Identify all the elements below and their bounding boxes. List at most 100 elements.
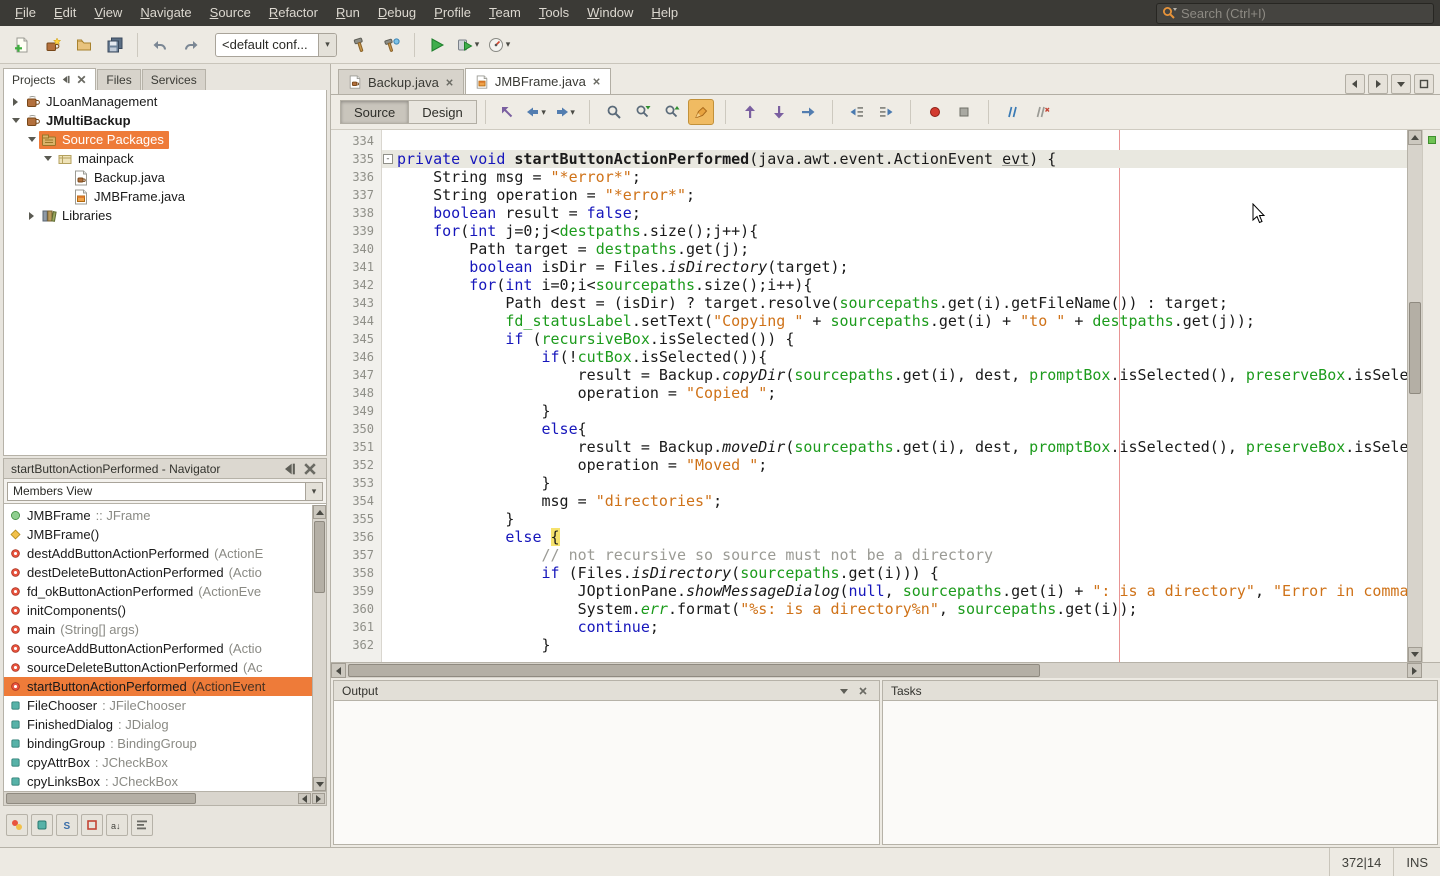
code-line-357[interactable]: 357 // not recursive so source must not … <box>331 546 1407 564</box>
scroll-left-icon[interactable] <box>331 663 346 678</box>
code-line-339[interactable]: 339 for(int j=0;j<destpaths.size();j++){ <box>331 222 1407 240</box>
navigator-vertical-scrollbar[interactable] <box>312 505 326 791</box>
next-error-button[interactable] <box>795 99 821 125</box>
tree-item-source-packages[interactable]: Source Packages <box>4 130 326 149</box>
menu-run[interactable]: Run <box>327 0 369 26</box>
editor-vertical-scrollbar[interactable] <box>1407 130 1422 662</box>
new-project-button[interactable] <box>39 31 67 59</box>
toggle-highlight-button[interactable] <box>688 99 714 125</box>
show-inherited-button[interactable] <box>6 814 28 836</box>
close-icon[interactable] <box>592 77 601 86</box>
config-combobox[interactable]: <default conf... ▾ <box>215 33 337 57</box>
pin-button[interactable] <box>280 461 298 477</box>
tab-list-button[interactable] <box>1391 74 1411 94</box>
expander-right-icon[interactable] <box>8 98 23 106</box>
code-line-342[interactable]: 342 for(int i=0;i<sourcepaths.size();i++… <box>331 276 1407 294</box>
menu-view[interactable]: View <box>85 0 131 26</box>
design-view-button[interactable]: Design <box>409 100 476 124</box>
member-cpylinksbox[interactable]: cpyLinksBox : JCheckBox <box>4 772 326 791</box>
members-view-dropdown-icon[interactable]: ▾ <box>305 483 322 500</box>
member-jmbframe[interactable]: JMBFrame() <box>4 525 326 544</box>
next-bookmark-button[interactable] <box>766 99 792 125</box>
code-line-348[interactable]: 348 operation = "Copied "; <box>331 384 1407 402</box>
member-startbuttonactionperformed[interactable]: startButtonActionPerformed(ActionEvent <box>4 677 326 696</box>
find-previous-button[interactable] <box>659 99 685 125</box>
code-line-361[interactable]: 361 continue; <box>331 618 1407 636</box>
redo-button[interactable] <box>177 31 205 59</box>
scroll-left-button[interactable] <box>1345 74 1365 94</box>
code-line-362[interactable]: 362 } <box>331 636 1407 654</box>
close-button[interactable] <box>301 461 319 477</box>
menu-tools[interactable]: Tools <box>530 0 578 26</box>
sort-alpha-button[interactable]: a↓ <box>106 814 128 836</box>
find-next-button[interactable] <box>630 99 656 125</box>
code-line-338[interactable]: 338 boolean result = false; <box>331 204 1407 222</box>
editor-tab-backup-java[interactable]: Backup.java <box>338 69 464 94</box>
member-cpyattrbox[interactable]: cpyAttrBox : JCheckBox <box>4 753 326 772</box>
build-button[interactable] <box>347 31 375 59</box>
tree-item-jloanmanagement[interactable]: JLoanManagement <box>4 92 326 111</box>
tab-projects[interactable]: Projects <box>3 68 96 90</box>
sort-source-button[interactable] <box>131 814 153 836</box>
code-line-355[interactable]: 355 } <box>331 510 1407 528</box>
member-destdeletebuttonactionperformed[interactable]: destDeleteButtonActionPerformed(Actio <box>4 563 326 582</box>
code-line-359[interactable]: 359 JOptionPane.showMessageDialog(null, … <box>331 582 1407 600</box>
code-line-354[interactable]: 354 msg = "directories"; <box>331 492 1407 510</box>
member-main[interactable]: main(String[] args) <box>4 620 326 639</box>
tree-item-mainpack[interactable]: mainpack <box>4 149 326 168</box>
open-project-button[interactable] <box>70 31 98 59</box>
scroll-left-icon[interactable] <box>298 793 311 804</box>
scroll-right-icon[interactable] <box>312 793 325 804</box>
show-fields-button[interactable] <box>31 814 53 836</box>
code-line-358[interactable]: 358 if (Files.isDirectory(sourcepaths.ge… <box>331 564 1407 582</box>
shift-left-button[interactable] <box>844 99 870 125</box>
tree-item-backup-java[interactable]: Backup.java <box>4 168 326 187</box>
expander-right-icon[interactable] <box>24 212 39 220</box>
scrollbar-thumb[interactable] <box>314 521 325 593</box>
code-line-336[interactable]: 336 String msg = "*error*"; <box>331 168 1407 186</box>
show-static-button[interactable]: S <box>56 814 78 836</box>
uncomment-button[interactable] <box>1029 99 1055 125</box>
scroll-up-icon[interactable] <box>1408 130 1422 145</box>
code-line-343[interactable]: 343 Path dest = (isDir) ? target.resolve… <box>331 294 1407 312</box>
scrollbar-thumb[interactable] <box>1409 302 1421 394</box>
member-destaddbuttonactionperformed[interactable]: destAddButtonActionPerformed(ActionE <box>4 544 326 563</box>
scroll-right-button[interactable] <box>1368 74 1388 94</box>
close-icon[interactable] <box>445 78 454 87</box>
code-line-335[interactable]: 335-private void startButtonActionPerfor… <box>331 150 1407 168</box>
code-editor[interactable]: 334335-private void startButtonActionPer… <box>331 130 1440 662</box>
member-initcomponents[interactable]: initComponents() <box>4 601 326 620</box>
show-non-public-button[interactable] <box>81 814 103 836</box>
tree-item-libraries[interactable]: Libraries <box>4 206 326 225</box>
run-button[interactable] <box>423 31 451 59</box>
forward-button[interactable]: ▾ <box>552 99 578 125</box>
expander-down-icon[interactable] <box>24 137 39 142</box>
clean-build-button[interactable] <box>378 31 406 59</box>
new-file-button[interactable] <box>8 31 36 59</box>
code-line-344[interactable]: 344 fd_statusLabel.setText("Copying " + … <box>331 312 1407 330</box>
member-sourceaddbuttonactionperformed[interactable]: sourceAddButtonActionPerformed(Actio <box>4 639 326 658</box>
code-line-347[interactable]: 347 result = Backup.copyDir(sourcepaths.… <box>331 366 1407 384</box>
editor-horizontal-scrollbar[interactable] <box>331 662 1422 678</box>
member-sourcedeletebuttonactionperformed[interactable]: sourceDeleteButtonActionPerformed(Ac <box>4 658 326 677</box>
error-stripe[interactable] <box>1422 130 1440 662</box>
output-body[interactable] <box>333 701 880 845</box>
menu-file[interactable]: File <box>6 0 45 26</box>
code-line-353[interactable]: 353 } <box>331 474 1407 492</box>
scrollbar-thumb[interactable] <box>6 793 196 804</box>
code-line-349[interactable]: 349 } <box>331 402 1407 420</box>
tasks-header[interactable]: Tasks <box>882 680 1438 701</box>
expander-down-icon[interactable] <box>40 156 55 161</box>
tasks-body[interactable] <box>882 701 1438 845</box>
menu-window[interactable]: Window <box>578 0 642 26</box>
search-input[interactable] <box>1181 6 1429 21</box>
members-view-combobox[interactable]: Members View ▾ <box>7 482 323 501</box>
menu-source[interactable]: Source <box>201 0 260 26</box>
menu-profile[interactable]: Profile <box>425 0 480 26</box>
navigator-horizontal-scrollbar[interactable] <box>3 792 327 806</box>
projects-tree[interactable]: JLoanManagementJMultiBackupSource Packag… <box>3 90 327 456</box>
debug-button[interactable]: ▾ <box>454 31 482 59</box>
previous-bookmark-button[interactable] <box>737 99 763 125</box>
code-line-337[interactable]: 337 String operation = "*error*"; <box>331 186 1407 204</box>
tab-services[interactable]: Services <box>142 69 206 90</box>
